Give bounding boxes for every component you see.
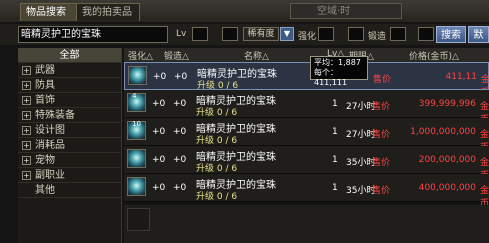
upgrade-text: 升级 0 / 6 xyxy=(196,192,238,202)
sidebar-item-all[interactable]: 全部 xyxy=(18,48,121,63)
sidebar-item-blueprint[interactable]: + 设计图 xyxy=(18,123,121,138)
enhance-max-field[interactable] xyxy=(348,27,364,41)
orb-item-icon[interactable] xyxy=(128,66,147,85)
column-price[interactable]: 价格(金币)△ xyxy=(409,49,459,62)
table-row[interactable]: +0 +0 暗精灵护卫的宝珠 升级 0 / 6 1 35小时 售价 200,00… xyxy=(124,146,489,181)
level-min-field[interactable] xyxy=(192,27,208,41)
price-value: 400,000,000 xyxy=(418,183,476,193)
upgrade-text: 升级 0 / 6 xyxy=(196,108,238,118)
table-row[interactable]: 10 +0 +0 暗精灵护卫的宝珠 升级 0 / 6 1 27小时 售价 1,0… xyxy=(124,118,489,153)
price-tooltip: 平均：1,887 每个：411,111 xyxy=(310,56,368,87)
expand-icon[interactable]: + xyxy=(22,141,31,150)
enhance-min-field[interactable] xyxy=(318,27,334,41)
column-name[interactable]: 名称△ xyxy=(244,49,269,62)
orb-item-icon[interactable]: 10 xyxy=(127,120,146,140)
sidebar-item-accessory[interactable]: + 首饰 xyxy=(18,93,121,108)
orb-item-icon[interactable] xyxy=(127,177,146,196)
sidebar-item-label: 消耗品 xyxy=(35,140,65,151)
sidebar-item-subjob[interactable]: + 副职业 xyxy=(18,168,121,183)
upgrade-text: 升级 0 / 6 xyxy=(196,136,238,146)
expand-icon[interactable]: + xyxy=(22,156,31,165)
forge-max-field[interactable] xyxy=(418,27,434,41)
sidebar-item-label: 全部 xyxy=(59,50,80,61)
expand-icon[interactable]: + xyxy=(22,81,31,90)
sidebar-item-consumable[interactable]: + 消耗品 xyxy=(18,138,121,153)
search-button[interactable]: 搜索 xyxy=(436,26,466,43)
expand-icon[interactable]: + xyxy=(22,126,31,135)
price-value: 200,000,000 xyxy=(418,155,476,165)
column-enhance[interactable]: 强化△ xyxy=(128,49,153,62)
table-row[interactable]: 4 +0 +0 暗精灵护卫的宝珠 升级 0 / 6 1 27小时 售价 399,… xyxy=(124,90,489,125)
sidebar-item-weapon[interactable]: + 武器 xyxy=(18,63,121,78)
expand-icon[interactable]: + xyxy=(22,111,31,120)
empty-item-slot xyxy=(127,208,150,231)
tab-item-search[interactable]: 物品搜索 xyxy=(20,3,84,21)
price-value: 399,999,996 xyxy=(418,99,476,109)
expand-icon[interactable]: + xyxy=(22,171,31,180)
sidebar-item-label: 武器 xyxy=(35,65,55,76)
forge-min-field[interactable] xyxy=(390,27,406,41)
sidebar-item-special[interactable]: + 特殊装备 xyxy=(18,108,121,123)
table-header: 强化△ 锻造△ 名称△ Lv△ 期限△ 价格(金币)△ xyxy=(124,48,489,62)
sidebar-item-label: 宠物 xyxy=(35,155,55,166)
search-input[interactable]: 暗精灵护卫的宝珠 xyxy=(18,26,168,43)
table-row[interactable]: +0 +0 暗精灵护卫的宝珠 升级 0 / 6 1 35小时 售价 400,00… xyxy=(124,174,489,209)
sidebar-item-label: 特殊装备 xyxy=(35,110,75,121)
status-box: 空域·时 xyxy=(290,3,402,19)
sidebar-item-label: 副职业 xyxy=(35,170,65,181)
rarity-dropdown-icon[interactable]: ▼ xyxy=(280,27,294,41)
sidebar-item-label: 首饰 xyxy=(35,95,55,106)
price-value: 1,000,000,000 xyxy=(410,127,476,137)
sidebar-item-label: 设计图 xyxy=(35,125,65,136)
sidebar-item-pet[interactable]: + 宠物 xyxy=(18,153,121,168)
table-row[interactable]: +0 +0 暗精灵护卫的宝珠 升级 0 / 6 售价 411,11 金币 xyxy=(124,62,489,98)
column-forge[interactable]: 锻造△ xyxy=(164,49,189,62)
level-max-field[interactable] xyxy=(222,27,238,41)
price-value: 411,11 xyxy=(445,72,478,82)
sidebar-item-other[interactable]: 其他 xyxy=(18,183,121,198)
empty-row xyxy=(124,205,489,243)
orb-item-icon[interactable] xyxy=(127,149,146,168)
tooltip-average: 平均：1,887 xyxy=(314,58,361,67)
orb-item-icon[interactable]: 4 xyxy=(127,92,146,112)
sidebar-item-armor[interactable]: + 防具 xyxy=(18,78,121,93)
expand-icon[interactable]: + xyxy=(22,96,31,105)
tab-my-listings[interactable]: 我的拍卖品 xyxy=(76,3,140,21)
upgrade-text: 升级 0 / 6 xyxy=(196,164,238,174)
forge-label: 锻造 xyxy=(368,32,387,42)
expand-icon[interactable]: + xyxy=(22,66,31,75)
category-sidebar: 全部 + 武器 + 防具 + 首饰 + 特殊装备 + 设计图 + 消耗品 + 宠物 + 副职业 … xyxy=(18,48,122,243)
extra-button[interactable]: 默 xyxy=(468,26,489,43)
enhance-label: 强化 xyxy=(298,32,317,42)
sidebar-item-label: 防具 xyxy=(35,80,55,91)
rarity-select[interactable]: 稀有度 xyxy=(243,27,279,41)
level-label: Lv xyxy=(176,29,187,39)
sidebar-item-label: 其他 xyxy=(35,185,55,196)
tooltip-each: 每个：411,111 xyxy=(314,68,348,87)
